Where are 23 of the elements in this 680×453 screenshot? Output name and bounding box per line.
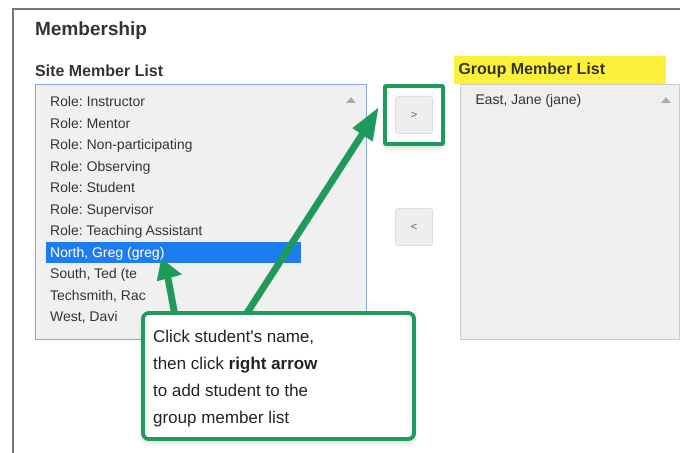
list-item[interactable]: Role: Observing: [46, 156, 154, 177]
list-item[interactable]: Role: Student: [46, 177, 139, 198]
section-heading: Membership: [35, 18, 148, 42]
list-item[interactable]: Role: Mentor: [46, 112, 134, 134]
callout-text: group member list: [153, 407, 290, 429]
callout-text: then click right arrow: [153, 353, 318, 375]
list-item[interactable]: North, Greg (greg): [46, 242, 301, 263]
list-item[interactable]: Role: Instructor: [46, 91, 149, 112]
list-item[interactable]: South, Ted (te: [46, 263, 141, 284]
list-item[interactable]: Role: Supervisor: [46, 198, 158, 220]
list-item[interactable]: East, Jane (jane): [471, 89, 586, 110]
scroll-up-icon[interactable]: [346, 97, 356, 103]
list-item[interactable]: West, Davi: [46, 306, 122, 328]
list-item[interactable]: Role: Teaching Assistant: [46, 220, 206, 242]
scroll-up-icon[interactable]: [661, 97, 671, 103]
list-item[interactable]: Role: Non-participating: [46, 134, 196, 156]
move-button[interactable]: >: [382, 84, 445, 146]
group-member-list[interactable]: East, Jane (jane): [460, 84, 680, 340]
callout-text: to add student to the: [153, 380, 310, 402]
move-button[interactable]: <: [382, 196, 445, 258]
list-item[interactable]: Techsmith, Rac: [46, 284, 150, 306]
list-title: Group Member List: [454, 56, 666, 84]
list-title: Site Member List: [35, 62, 164, 82]
